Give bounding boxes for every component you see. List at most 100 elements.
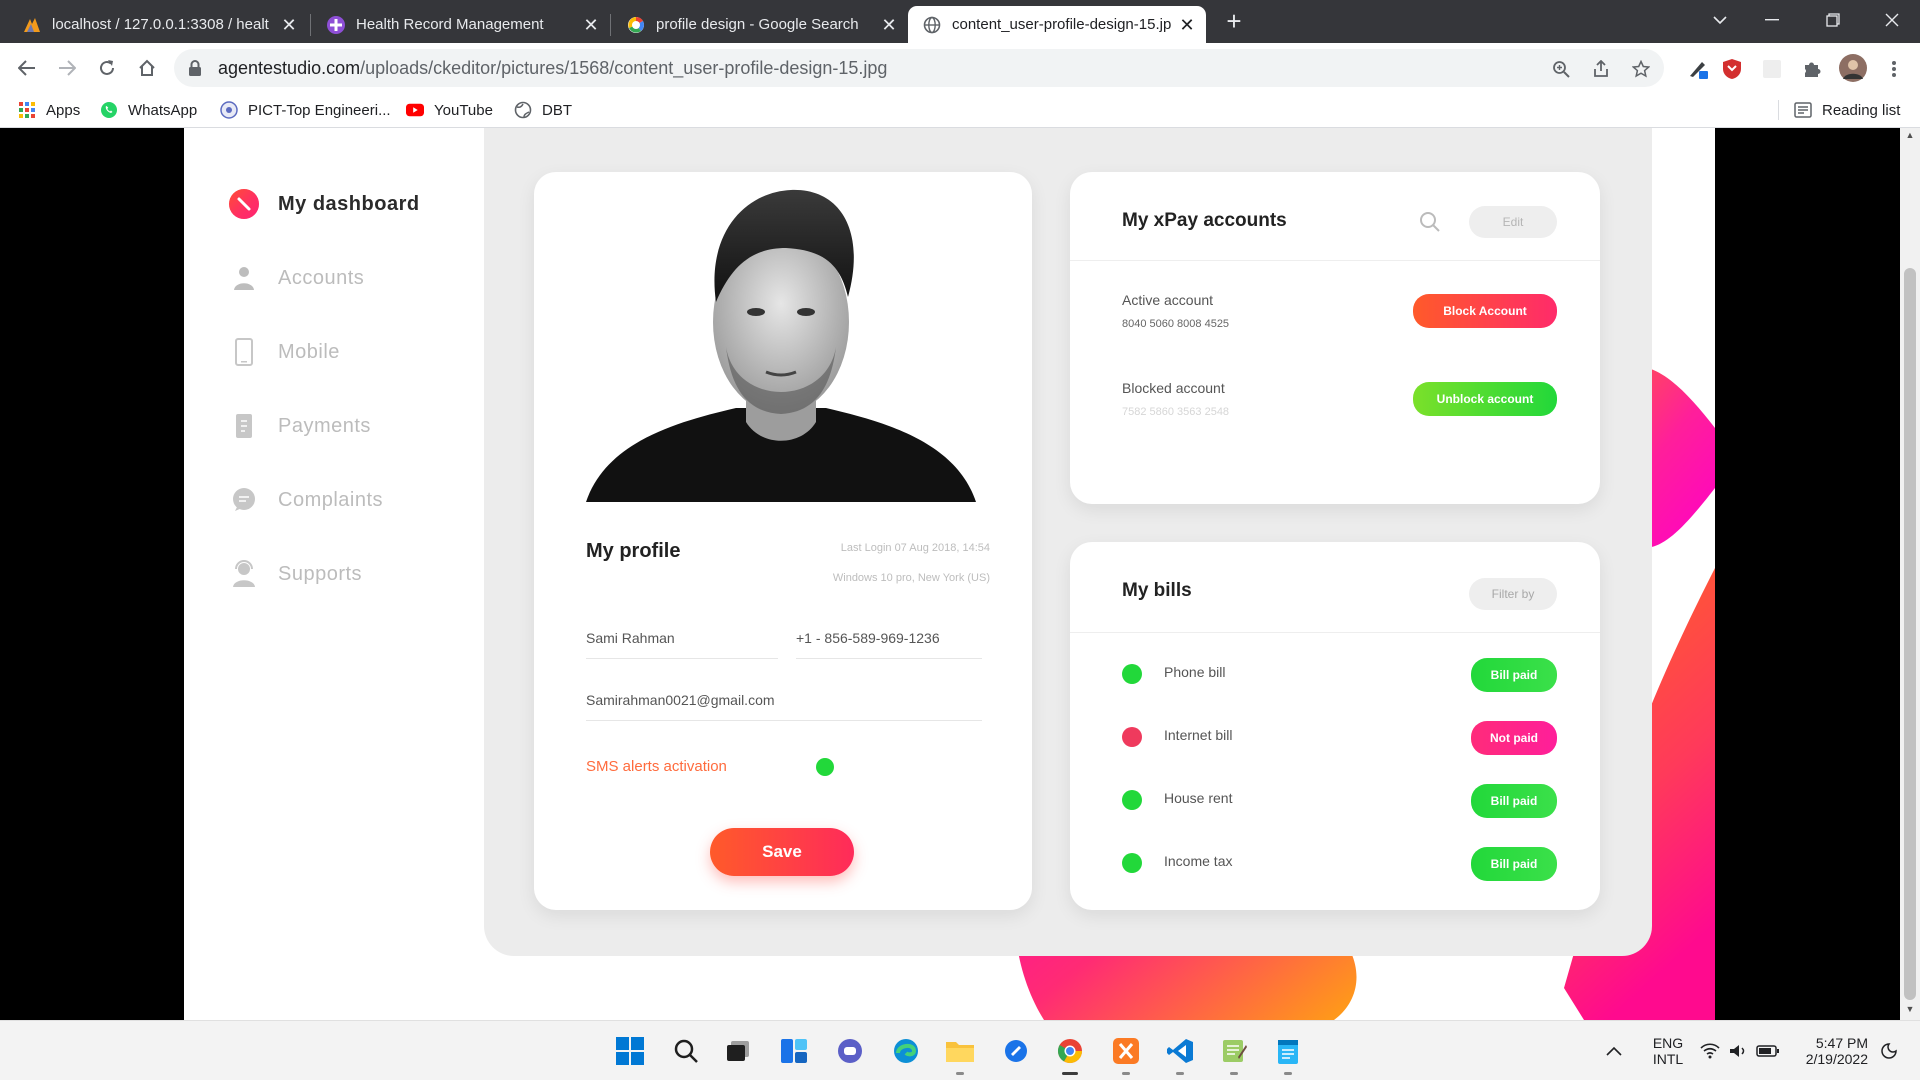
- new-tab-button[interactable]: +: [1220, 8, 1248, 36]
- restore-icon[interactable]: [1805, 0, 1861, 40]
- bookmark-label: YouTube: [434, 101, 493, 119]
- battery-icon[interactable]: [1756, 1021, 1780, 1080]
- menu-item-accounts[interactable]: Accounts: [228, 258, 364, 298]
- bookmark-apps[interactable]: Apps: [18, 93, 80, 127]
- running-indicator: [1176, 1072, 1184, 1075]
- extension-blank-icon[interactable]: [1760, 57, 1784, 81]
- vscode-icon[interactable]: [1160, 1031, 1200, 1075]
- bill-status-badge[interactable]: Bill paid: [1471, 658, 1557, 692]
- bookmark-star-icon[interactable]: [1628, 57, 1654, 81]
- status-dot-paid: [1122, 853, 1142, 873]
- tab-search-chevron-icon[interactable]: [1692, 0, 1748, 40]
- zoom-icon[interactable]: [1548, 57, 1574, 81]
- google-icon: [626, 15, 646, 35]
- save-button[interactable]: Save: [710, 828, 854, 876]
- chrome-menu-icon[interactable]: [1882, 57, 1906, 81]
- chrome-icon[interactable]: [1050, 1031, 1090, 1075]
- status-dot-paid: [1122, 664, 1142, 684]
- tab-health-record[interactable]: Health Record Management ✕: [312, 6, 610, 43]
- bookmark-label: WhatsApp: [128, 101, 198, 119]
- globe-icon: [922, 15, 942, 35]
- puzzle-extensions-icon[interactable]: [1800, 57, 1824, 81]
- task-view-icon[interactable]: [718, 1031, 758, 1071]
- bookmark-label: PICT-Top Engineeri...: [248, 101, 391, 119]
- language-indicator[interactable]: ENG INTL: [1646, 1021, 1690, 1080]
- close-window-icon[interactable]: [1864, 0, 1920, 40]
- bill-status-badge[interactable]: Bill paid: [1471, 847, 1557, 881]
- bookmark-pict[interactable]: PICT-Top Engineeri...: [220, 93, 391, 127]
- bookmark-youtube[interactable]: YouTube: [406, 93, 493, 127]
- payments-icon: [228, 410, 260, 442]
- phpmyadmin-icon: [22, 15, 42, 35]
- extension-pen-icon[interactable]: [1686, 57, 1710, 81]
- name-field[interactable]: Sami Rahman: [586, 630, 675, 646]
- close-tab-icon[interactable]: ✕: [278, 14, 300, 36]
- search-icon[interactable]: [1418, 210, 1442, 234]
- close-tab-icon[interactable]: ✕: [878, 14, 900, 36]
- menu-item-payments[interactable]: Payments: [228, 406, 371, 446]
- wifi-icon[interactable]: [1700, 1021, 1720, 1080]
- menu-item-dashboard[interactable]: My dashboard: [228, 184, 420, 224]
- block-account-button[interactable]: Block Account: [1413, 294, 1557, 328]
- search-icon[interactable]: [666, 1031, 706, 1071]
- clock[interactable]: 5:47 PM 2/19/2022: [1788, 1021, 1868, 1080]
- windows-start-icon[interactable]: [610, 1031, 650, 1071]
- tab-active-image[interactable]: content_user-profile-design-15.jp ✕: [908, 6, 1206, 43]
- teams-chat-icon[interactable]: [830, 1031, 870, 1071]
- reading-list-button[interactable]: Reading list: [1794, 93, 1900, 127]
- menu-item-complaints[interactable]: Complaints: [228, 480, 383, 520]
- volume-icon[interactable]: [1728, 1021, 1748, 1080]
- close-tab-icon[interactable]: ✕: [580, 14, 602, 36]
- scrollbar-thumb[interactable]: [1904, 268, 1916, 1000]
- home-icon[interactable]: [130, 51, 164, 85]
- running-indicator: [1230, 1072, 1238, 1075]
- share-icon[interactable]: [1588, 57, 1614, 81]
- notifications-icon[interactable]: [1880, 1021, 1898, 1080]
- reload-icon[interactable]: [90, 51, 124, 85]
- tray-chevron-icon[interactable]: [1606, 1021, 1622, 1080]
- tab-separator: [610, 14, 611, 36]
- tab-phpmyadmin[interactable]: localhost / 127.0.0.1:3308 / healt ✕: [8, 6, 308, 43]
- bookmark-dbt[interactable]: DBT: [514, 93, 572, 127]
- xampp-icon[interactable]: [1106, 1031, 1146, 1075]
- active-account-label: Active account: [1122, 292, 1214, 308]
- menu-item-mobile[interactable]: Mobile: [228, 332, 340, 372]
- sms-toggle[interactable]: [816, 758, 834, 776]
- minimize-icon[interactable]: [1744, 0, 1800, 40]
- back-icon[interactable]: [10, 51, 44, 85]
- clock-date: 2/19/2022: [1805, 1051, 1868, 1067]
- phone-underline: [796, 658, 982, 659]
- bill-status-badge[interactable]: Not paid: [1471, 721, 1557, 755]
- whatsapp-icon: [100, 101, 118, 119]
- notepad-icon[interactable]: [1268, 1031, 1308, 1075]
- bill-status-badge[interactable]: Bill paid: [1471, 784, 1557, 818]
- xpay-title: My xPay accounts: [1122, 210, 1287, 231]
- address-bar[interactable]: agentestudio.com/uploads/ckeditor/pictur…: [174, 49, 1664, 87]
- forward-icon[interactable]: [50, 51, 84, 85]
- unblock-account-button[interactable]: Unblock account: [1413, 382, 1557, 416]
- scroll-up-icon[interactable]: ▲: [1900, 130, 1920, 144]
- bookmark-divider: [1778, 100, 1779, 120]
- profile-avatar-icon[interactable]: [1838, 53, 1868, 83]
- notepadpp-icon[interactable]: [1214, 1031, 1254, 1075]
- bookmark-whatsapp[interactable]: WhatsApp: [100, 93, 197, 127]
- filter-by-button[interactable]: Filter by: [1469, 578, 1557, 610]
- bill-name: Income tax: [1164, 853, 1233, 869]
- running-indicator: [1284, 1072, 1292, 1075]
- menu-item-supports[interactable]: Supports: [228, 554, 362, 594]
- scroll-down-icon[interactable]: ▼: [1900, 1004, 1920, 1018]
- phone-field[interactable]: +1 - 856-589-969-1236: [796, 630, 940, 646]
- edit-button[interactable]: Edit: [1469, 206, 1557, 238]
- whiteboard-icon[interactable]: [996, 1031, 1036, 1071]
- edge-icon[interactable]: [886, 1031, 926, 1071]
- active-account-number: 8040 5060 8008 4525: [1122, 318, 1230, 330]
- page-scrollbar[interactable]: ▲ ▼: [1900, 128, 1920, 1020]
- extension-shield-icon[interactable]: [1720, 57, 1744, 81]
- file-explorer-icon[interactable]: [940, 1031, 980, 1075]
- tab-title: content_user-profile-design-15.jp: [952, 16, 1172, 33]
- menu-label: Complaints: [278, 488, 384, 511]
- tab-google-search[interactable]: profile design - Google Search ✕: [612, 6, 908, 43]
- widgets-icon[interactable]: [774, 1031, 814, 1071]
- close-tab-icon[interactable]: ✕: [1176, 14, 1198, 36]
- email-field[interactable]: Samirahman0021@gmail.com: [586, 692, 775, 708]
